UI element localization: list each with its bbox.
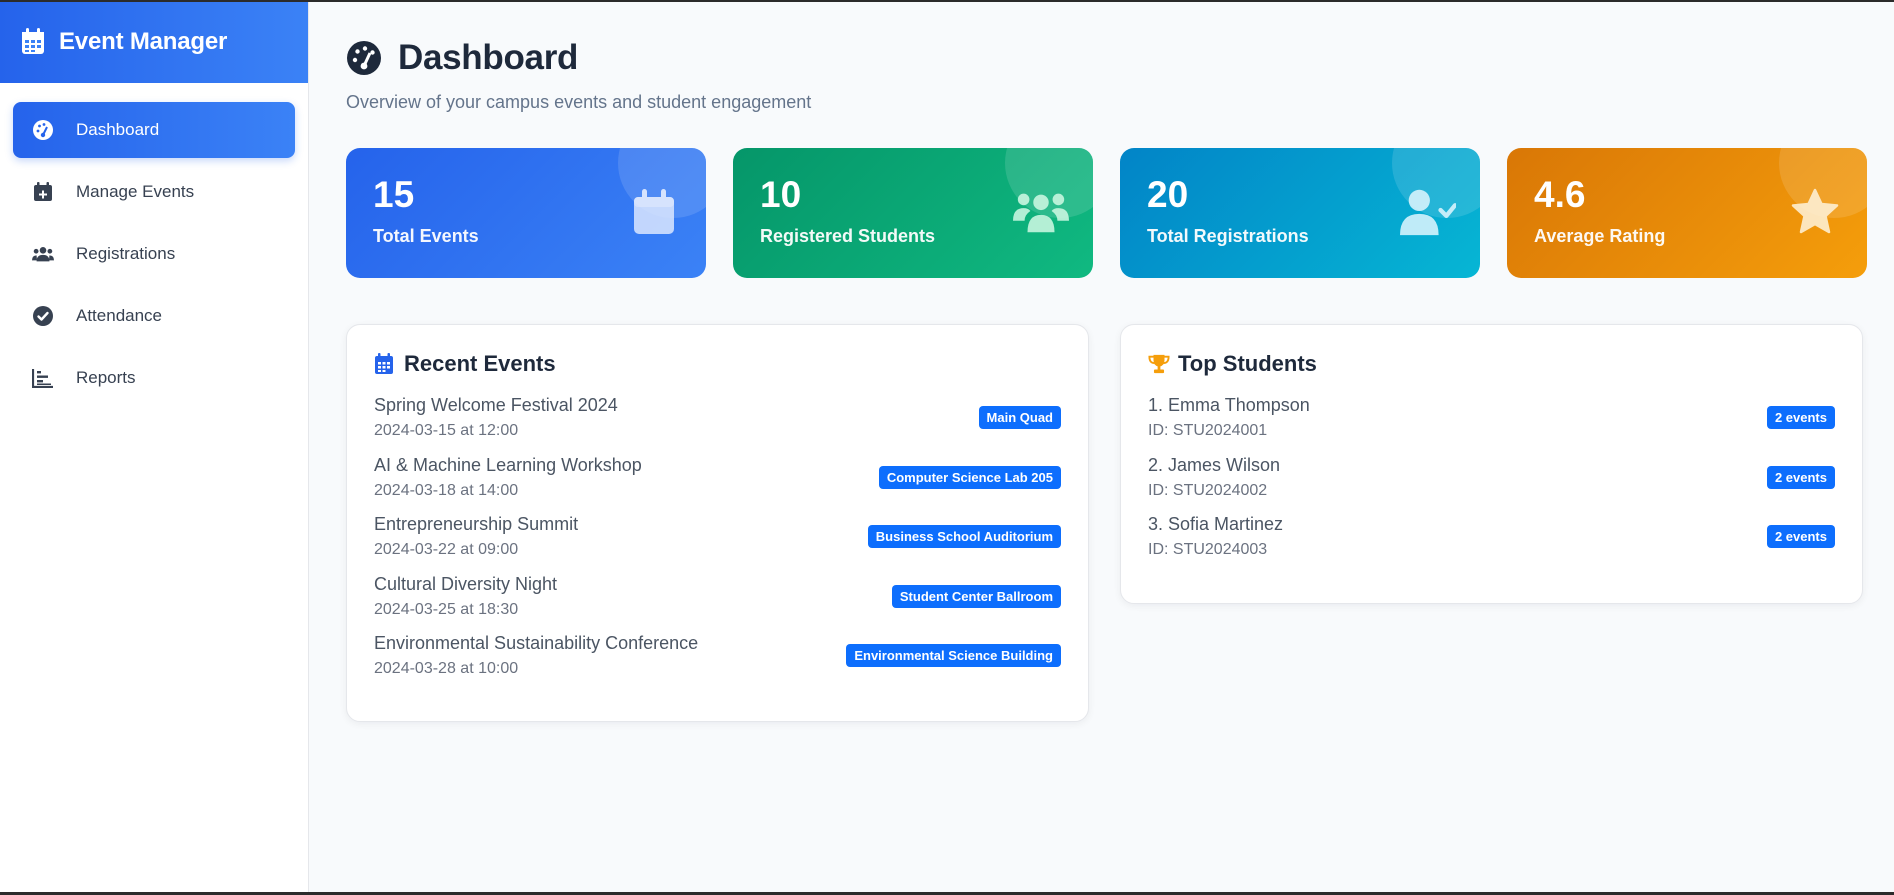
- sidebar: Event Manager Dashboard Manage Events Re…: [0, 0, 309, 895]
- page-header: Dashboard Overview of your campus events…: [346, 38, 811, 113]
- event-datetime: 2024-03-28 at 10:00: [374, 660, 519, 678]
- event-name: Spring Welcome Festival 2024: [374, 395, 618, 416]
- event-name: Environmental Sustainability Conference: [374, 633, 699, 654]
- event-datetime: 2024-03-15 at 12:00: [374, 422, 519, 440]
- user-check-icon: [1400, 184, 1456, 240]
- student-row[interactable]: 2. James Wilson ID: STU2024002 2 events: [1148, 448, 1835, 508]
- sidebar-item-reports[interactable]: Reports: [13, 350, 295, 406]
- event-row[interactable]: Spring Welcome Festival 2024 2024-03-15 …: [374, 388, 1061, 448]
- sidebar-nav: Dashboard Manage Events Registrations At…: [0, 83, 308, 406]
- stat-card-registered-students[interactable]: 10 Registered Students: [733, 148, 1093, 278]
- sidebar-item-attendance[interactable]: Attendance: [13, 288, 295, 344]
- location-badge: Business School Auditorium: [867, 525, 1061, 549]
- student-name: 1. Emma Thompson: [1148, 395, 1310, 416]
- stat-card-average-rating[interactable]: 4.6 Average Rating: [1507, 148, 1867, 278]
- event-datetime: 2024-03-22 at 09:00: [374, 541, 519, 559]
- location-badge: Main Quad: [978, 406, 1061, 430]
- calendar-icon: [21, 28, 45, 55]
- student-id: ID: STU2024003: [1148, 541, 1268, 559]
- student-name: 2. James Wilson: [1148, 454, 1281, 475]
- chart-icon: [32, 367, 54, 389]
- location-badge: Computer Science Lab 205: [878, 465, 1061, 489]
- brand-header[interactable]: Event Manager: [0, 0, 308, 83]
- event-row[interactable]: Entrepreneurship Summit 2024-03-22 at 09…: [374, 507, 1061, 567]
- dashboard-gauge-icon: [32, 119, 54, 141]
- users-icon: [32, 243, 54, 265]
- star-icon: [1787, 184, 1843, 240]
- calendar-plus-icon: [32, 181, 54, 203]
- sidebar-item-registrations[interactable]: Registrations: [13, 226, 295, 282]
- sidebar-item-label: Registrations: [76, 244, 176, 263]
- event-row[interactable]: Cultural Diversity Night 2024-03-25 at 1…: [374, 567, 1061, 627]
- sidebar-item-label: Manage Events: [76, 182, 195, 201]
- panel-title: Top Students: [1178, 351, 1317, 376]
- event-name: Entrepreneurship Summit: [374, 514, 579, 535]
- sidebar-item-manage-events[interactable]: Manage Events: [13, 164, 295, 220]
- student-name: 3. Sofia Martinez: [1148, 514, 1284, 535]
- recent-events-panel: Recent Events Spring Welcome Festival 20…: [346, 324, 1089, 722]
- stat-card-total-registrations[interactable]: 20 Total Registrations: [1120, 148, 1480, 278]
- users-icon: [1013, 184, 1069, 240]
- brand-title: Event Manager: [59, 27, 228, 55]
- dashboard-gauge-icon: [346, 40, 382, 76]
- window-top-border: [0, 0, 1894, 2]
- calendar-icon: [626, 184, 682, 240]
- event-name: Cultural Diversity Night: [374, 573, 558, 594]
- stats-row: 15 Total Events 10 Registered Students 2…: [346, 148, 1867, 278]
- event-row[interactable]: AI & Machine Learning Workshop 2024-03-1…: [374, 448, 1061, 508]
- top-students-panel: Top Students 1. Emma Thompson ID: STU202…: [1120, 324, 1863, 604]
- event-name: AI & Machine Learning Workshop: [374, 454, 642, 475]
- event-count-badge: 2 events: [1766, 406, 1835, 430]
- page-title: Dashboard: [398, 38, 579, 77]
- event-count-badge: 2 events: [1766, 525, 1835, 549]
- calendar-icon: [374, 353, 396, 375]
- trophy-icon: [1148, 353, 1170, 375]
- sidebar-item-label: Dashboard: [76, 120, 160, 139]
- sidebar-item-label: Attendance: [76, 306, 163, 325]
- student-row[interactable]: 3. Sofia Martinez ID: STU2024003 2 event…: [1148, 507, 1835, 567]
- check-circle-icon: [32, 305, 54, 327]
- sidebar-item-label: Reports: [76, 368, 136, 387]
- sidebar-item-dashboard[interactable]: Dashboard: [13, 102, 295, 158]
- event-row[interactable]: Environmental Sustainability Conference …: [374, 626, 1061, 686]
- panel-title: Recent Events: [404, 351, 556, 376]
- event-datetime: 2024-03-18 at 14:00: [374, 481, 519, 499]
- location-badge: Environmental Science Building: [846, 644, 1061, 668]
- student-id: ID: STU2024001: [1148, 422, 1268, 440]
- student-row[interactable]: 1. Emma Thompson ID: STU2024001 2 events: [1148, 388, 1835, 448]
- event-count-badge: 2 events: [1766, 465, 1835, 489]
- main-content: Dashboard Overview of your campus events…: [310, 2, 1894, 892]
- location-badge: Student Center Ballroom: [891, 584, 1061, 608]
- student-id: ID: STU2024002: [1148, 481, 1268, 499]
- page-subtitle: Overview of your campus events and stude…: [346, 92, 812, 112]
- stat-card-total-events[interactable]: 15 Total Events: [346, 148, 706, 278]
- event-datetime: 2024-03-25 at 18:30: [374, 600, 519, 618]
